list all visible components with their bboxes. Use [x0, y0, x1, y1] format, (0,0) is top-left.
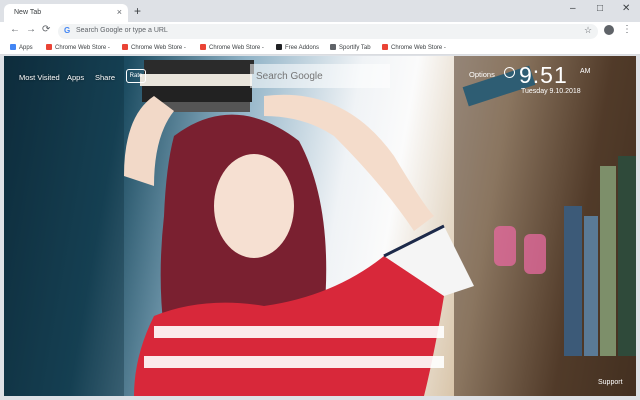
apps-link[interactable]: Apps: [67, 73, 84, 82]
clock-time: 9:51: [519, 62, 568, 88]
options-link[interactable]: Options: [469, 70, 495, 79]
webstore-icon: [382, 44, 388, 50]
google-icon: G: [64, 26, 71, 35]
tab-close-icon[interactable]: ×: [117, 7, 122, 17]
share-link[interactable]: Share: [95, 73, 115, 82]
back-icon[interactable]: ←: [10, 24, 20, 35]
sportify-icon: [330, 44, 336, 50]
support-link[interactable]: Support: [598, 379, 623, 386]
webstore-icon: [46, 44, 52, 50]
omnibox[interactable]: G Search Google or type a URL: [58, 24, 598, 39]
profile-avatar-icon[interactable]: [604, 25, 614, 35]
alarm-clock-icon[interactable]: [504, 67, 515, 78]
menu-icon[interactable]: ⋮: [622, 24, 632, 35]
bookmark-star-icon[interactable]: ☆: [584, 25, 592, 36]
most-visited-link[interactable]: Most Visited: [19, 73, 60, 82]
bookmark-webstore-3[interactable]: Chrome Web Store -: [200, 44, 264, 51]
clock-ampm: AM: [580, 68, 591, 75]
webstore-icon: [200, 44, 206, 50]
rate-button[interactable]: Rate: [126, 69, 146, 83]
bookmark-webstore-4[interactable]: Chrome Web Store -: [382, 44, 446, 51]
maximize-icon[interactable]: □: [597, 3, 603, 14]
search-input[interactable]: [250, 64, 390, 88]
tab-strip: New Tab × + – □ ✕: [0, 0, 640, 22]
browser-toolbar: ← → ⟳ G Search Google or type a URL ☆ ⋮: [0, 22, 640, 41]
forward-icon[interactable]: →: [26, 24, 36, 35]
tab-title: New Tab: [14, 9, 42, 16]
bookmarks-bar: Apps Chrome Web Store - Chrome Web Store…: [0, 41, 640, 55]
addons-icon: [276, 44, 282, 50]
new-tab-button[interactable]: +: [134, 4, 141, 18]
omnibox-placeholder: Search Google or type a URL: [76, 27, 168, 34]
new-tab-page: Most Visited Apps Share Rate Options 9:5…: [4, 56, 636, 396]
bookmark-apps[interactable]: Apps: [10, 44, 33, 51]
tab-new-tab[interactable]: New Tab ×: [4, 4, 128, 22]
close-window-icon[interactable]: ✕: [622, 3, 630, 14]
clock-date: Tuesday 9.10.2018: [521, 88, 581, 95]
bookmark-webstore-2[interactable]: Chrome Web Store -: [122, 44, 186, 51]
background-photo: [4, 56, 636, 396]
apps-grid-icon: [10, 44, 16, 50]
bookmark-free-addons[interactable]: Free Addons: [276, 44, 319, 51]
minimize-icon[interactable]: –: [570, 3, 576, 14]
webstore-icon: [122, 44, 128, 50]
bookmark-sportify-tab[interactable]: Sportify Tab: [330, 44, 371, 51]
reload-icon[interactable]: ⟳: [42, 24, 50, 35]
bookmark-webstore-1[interactable]: Chrome Web Store -: [46, 44, 110, 51]
